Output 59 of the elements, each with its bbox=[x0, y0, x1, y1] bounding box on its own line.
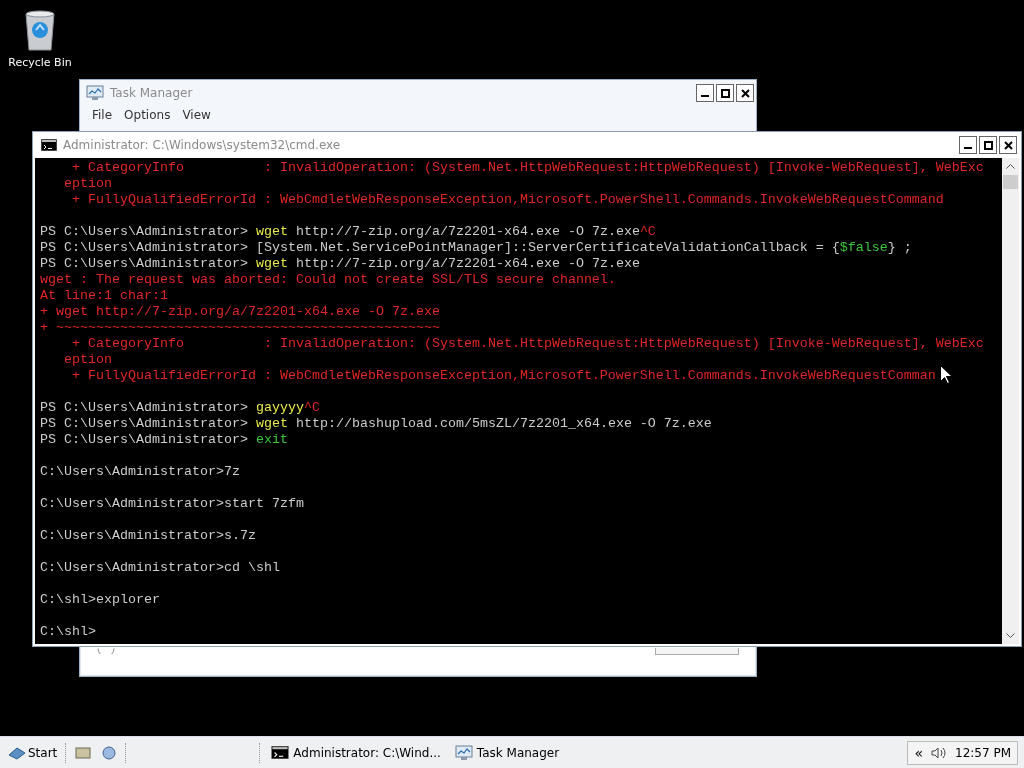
speaker-icon[interactable] bbox=[931, 746, 947, 759]
close-button[interactable] bbox=[736, 84, 754, 102]
maximize-button[interactable] bbox=[979, 136, 997, 154]
start-icon bbox=[8, 745, 26, 760]
console-line: PS C:\Users\Administrator> wget http://7-zip.org/a/7z2201-x64.exe -O 7z.exe^C bbox=[40, 224, 656, 240]
window-title: Task Manager bbox=[110, 86, 194, 100]
minimize-icon bbox=[701, 95, 709, 97]
console-line: C:\Users\Administrator>7z bbox=[40, 464, 240, 480]
console-line: eption bbox=[63, 352, 112, 368]
start-button[interactable]: Start bbox=[6, 745, 60, 760]
console-line: C:\shl> bbox=[40, 624, 96, 640]
maximize-icon bbox=[720, 88, 730, 98]
menu-item[interactable]: Options bbox=[124, 108, 171, 122]
console-line: PS C:\Users\Administrator> exit bbox=[40, 432, 288, 448]
console-line: At line:1 char:1 bbox=[40, 288, 168, 304]
console-line: PS C:\Users\Administrator> [System.Net.ServicePointManager]::ServerCertificateValidationCallback = {$false} ; bbox=[40, 240, 912, 256]
console-line: PS C:\Users\Administrator> gayyyy^C bbox=[40, 400, 320, 416]
window-icon bbox=[75, 745, 92, 760]
desktop-icon-label[interactable]: Recycle Bin bbox=[8, 56, 72, 69]
scroll-down-icon[interactable] bbox=[1006, 633, 1015, 638]
mouse-pointer-icon bbox=[940, 365, 952, 384]
console-line: PS C:\Users\Administrator> wget http://bashupload.com/5msZL/7z2201_x64.exe -O 7z.exe bbox=[40, 416, 712, 432]
console-line: + wget http://7-zip.org/a/7z2201-x64.exe -O 7z.exe bbox=[40, 304, 440, 320]
console-line: C:\Users\Administrator>s.7z bbox=[40, 528, 256, 544]
menu-item[interactable]: File bbox=[92, 108, 113, 122]
quick-launch-button[interactable] bbox=[73, 745, 94, 760]
console-line: + CategoryInfo : InvalidOperation: (System.Net.HttpWebRequest:HttpWebRequest) [Invoke-WebRequest], WebExc bbox=[71, 160, 984, 176]
console-line: PS C:\Users\Administrator> wget http://7-zip.org/a/7z2201-x64.exe -O 7z.exe bbox=[40, 256, 640, 272]
close-icon bbox=[740, 88, 750, 98]
scroll-up-icon[interactable] bbox=[1006, 164, 1015, 169]
scrollbar-thumb[interactable] bbox=[1003, 175, 1018, 189]
menu-item[interactable]: View bbox=[182, 108, 211, 122]
taskbar-button[interactable]: Task Manager bbox=[450, 744, 564, 761]
scrollbar[interactable] bbox=[1002, 158, 1019, 644]
minimize-icon bbox=[964, 147, 972, 149]
maximize-button[interactable] bbox=[716, 84, 734, 102]
console-line: + FullyQualifiedErrorId : WebCmdletWebResponseException,Microsoft.PowerShell.Commands.InvokeWebRequestComman bbox=[71, 368, 936, 384]
close-button[interactable] bbox=[999, 136, 1017, 154]
console-line: + ~~~~~~~~~~~~~~~~~~~~~~~~~~~~~~~~~~~~~~~~~~~~~~~~ bbox=[40, 320, 440, 336]
console-line: C:\Users\Administrator>cd \shl bbox=[40, 560, 280, 576]
clock[interactable]: 12:57 PM bbox=[955, 745, 1011, 760]
maximize-icon bbox=[983, 140, 993, 150]
monitor-icon bbox=[86, 85, 104, 101]
console-line: + CategoryInfo : InvalidOperation: (System.Net.HttpWebRequest:HttpWebRequest) [Invoke-WebRequest], WebExc bbox=[71, 336, 984, 352]
console-icon bbox=[41, 139, 57, 151]
show-hidden-icons-button[interactable]: « bbox=[914, 744, 923, 761]
console-line: eption bbox=[63, 176, 112, 192]
window-title: Administrator: C:\Windows\system32\cmd.exe bbox=[63, 138, 342, 152]
taskbar-button[interactable]: Administrator: C:\Wind... bbox=[267, 745, 445, 760]
console-line: + FullyQualifiedErrorId : WebCmdletWebResponseException,Microsoft.PowerShell.Commands.InvokeWebRequestCommand bbox=[71, 192, 944, 208]
minimize-button[interactable] bbox=[959, 136, 977, 154]
console-line: C:\Users\Administrator>start 7zfm bbox=[40, 496, 304, 512]
close-icon bbox=[1003, 140, 1013, 150]
console-icon bbox=[271, 746, 290, 759]
globe-icon bbox=[101, 744, 118, 761]
monitor-icon bbox=[454, 744, 473, 761]
minimize-button[interactable] bbox=[696, 84, 714, 102]
console-line: wget : The request was aborted: Could not create SSL/TLS secure channel. bbox=[40, 272, 616, 288]
console-line: C:\shl>explorer bbox=[40, 592, 160, 608]
